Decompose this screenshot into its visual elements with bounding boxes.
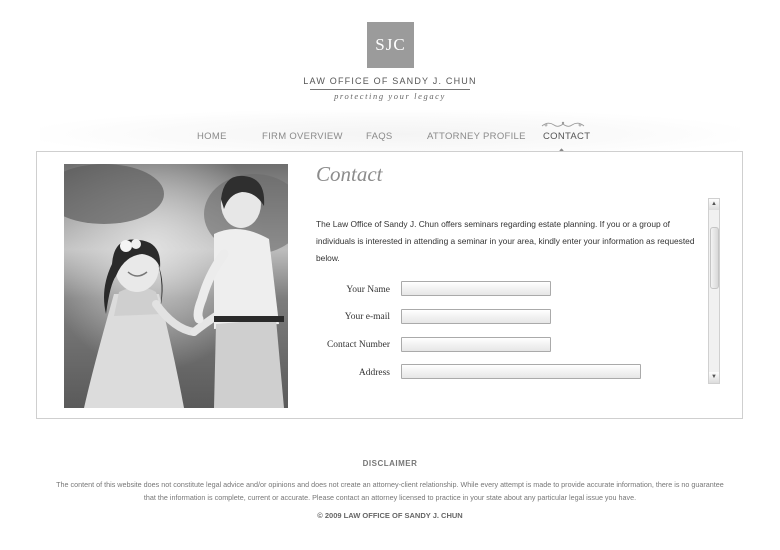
nav-attorney-profile[interactable]: ATTORNEY PROFILE [427,131,526,142]
contact-number-input[interactable] [401,337,551,352]
copyright: © 2009 LAW OFFICE OF SANDY J. CHUN [317,511,463,520]
your-name-label: Your Name [346,285,390,295]
children-photo [64,164,288,408]
nav-faqs[interactable]: FAQS [366,131,393,142]
firm-name: LAW OFFICE OF SANDY J. CHUN [303,76,477,86]
main-nav: HOME FIRM OVERVIEW FAQS ATTORNEY PROFILE… [0,131,780,145]
your-email-input[interactable] [401,309,551,324]
content-scrollbar[interactable]: ▲ ▼ [708,198,720,384]
your-name-input[interactable] [401,281,551,296]
address-input[interactable] [401,364,641,379]
firm-name-divider [310,89,470,90]
scroll-up-icon[interactable]: ▲ [709,199,719,210]
firm-tagline: protecting your legacy [334,91,446,101]
nav-flourish-icon [541,121,585,127]
nav-home[interactable]: HOME [197,131,227,142]
page-title: Contact [316,162,383,186]
disclaimer-text: The content of this website does not con… [56,480,724,502]
scrollbar-thumb[interactable] [710,227,719,289]
nav-firm-overview[interactable]: FIRM OVERVIEW [262,131,343,142]
disclaimer-heading: DISCLAIMER [362,459,418,468]
intro-text: The Law Office of Sandy J. Chun offers s… [316,219,695,263]
scroll-down-icon[interactable]: ▼ [709,372,719,383]
your-email-label: Your e-mail [344,312,390,322]
nav-contact[interactable]: CONTACT [543,131,590,142]
address-label: Address [358,368,390,378]
logo[interactable]: SJC [367,22,414,68]
contact-number-label: Contact Number [326,340,390,350]
